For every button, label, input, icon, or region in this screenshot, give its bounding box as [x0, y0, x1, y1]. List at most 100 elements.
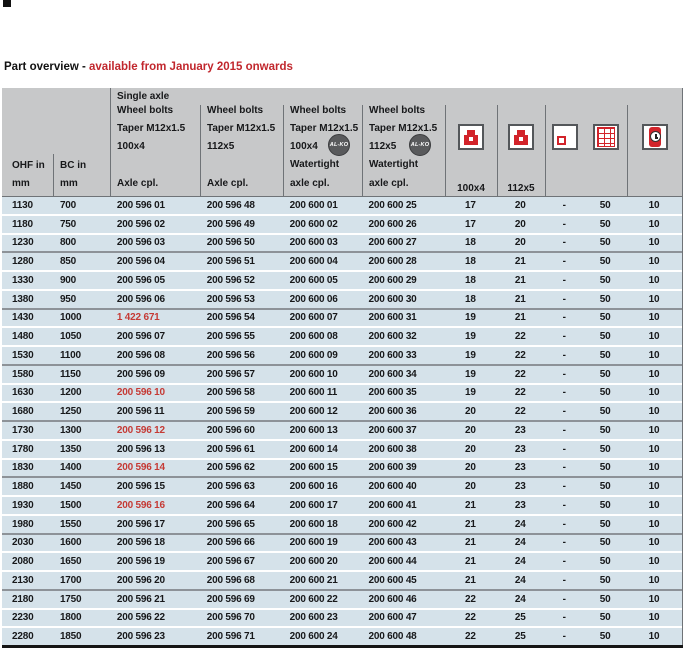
table-cell: 200 596 10 [110, 387, 200, 398]
table-cell: 22 [496, 331, 544, 342]
table-cell: 1380 [2, 294, 53, 305]
table-cell: 50 [584, 387, 626, 398]
table-cell: 50 [584, 406, 626, 417]
table-cell: - [544, 219, 584, 230]
table-cell: 1430 [2, 312, 53, 323]
table-cell: 200 596 12 [110, 425, 200, 436]
table-cell: 1550 [53, 519, 110, 530]
table-cell: 200 596 16 [110, 500, 200, 511]
table-cell: - [544, 406, 584, 417]
table-cell: 20 [496, 200, 544, 211]
table-cell: 22 [496, 350, 544, 361]
table-cell: 200 600 44 [362, 556, 445, 567]
table-cell: 21 [444, 500, 496, 511]
table-cell: 200 600 06 [283, 294, 362, 305]
table-cell: 200 600 38 [362, 444, 445, 455]
table-cell: 200 600 21 [283, 575, 362, 586]
table-cell: 18 [444, 275, 496, 286]
table-cell: 2080 [2, 556, 53, 567]
table-cell: 950 [53, 294, 110, 305]
table-cell: - [544, 594, 584, 605]
table-cell: 750 [53, 219, 110, 230]
table-cell: 200 600 29 [362, 275, 445, 286]
table-cell: 200 600 45 [362, 575, 445, 586]
table-cell: 200 600 03 [283, 237, 362, 248]
table-cell: 800 [53, 237, 110, 248]
table-cell: 2280 [2, 631, 53, 642]
table-cell: 200 600 47 [362, 612, 445, 623]
table-cell: 1780 [2, 444, 53, 455]
table-cell: 200 600 19 [283, 537, 362, 548]
table-cell: 23 [496, 462, 544, 473]
table-cell: 200 596 17 [110, 519, 200, 530]
table-cell: 23 [496, 481, 544, 492]
table-cell: 200 600 39 [362, 462, 445, 473]
table-cell: 1150 [53, 369, 110, 380]
table-cell: 200 596 05 [110, 275, 200, 286]
table-body: 1130700200 596 01200 596 48200 600 01200… [2, 197, 683, 645]
table-cell: 200 600 12 [283, 406, 362, 417]
table-cell: 1700 [53, 575, 110, 586]
table-row: 1380950200 596 06200 596 53200 600 06200… [2, 291, 682, 310]
weight-icon [458, 124, 484, 150]
table-cell: 1730 [2, 425, 53, 436]
table-cell: 50 [584, 537, 626, 548]
table-cell: 200 600 08 [283, 331, 362, 342]
table-cell: - [544, 556, 584, 567]
header-package-single [545, 88, 585, 197]
header-axle-100x4-bottom: Axle cpl. [117, 175, 158, 193]
table-cell: 25 [496, 631, 544, 642]
table-cell: 200 596 13 [110, 444, 200, 455]
table-cell: 25 [496, 612, 544, 623]
table-cell: - [544, 631, 584, 642]
table-cell: 50 [584, 594, 626, 605]
table-cell: 1650 [53, 556, 110, 567]
table-cell: 20 [496, 219, 544, 230]
table-cell: 10 [626, 425, 682, 436]
table-cell: - [544, 237, 584, 248]
table-cell: 1600 [53, 537, 110, 548]
table-cell: 200 600 33 [362, 350, 445, 361]
table-cell: 1500 [53, 500, 110, 511]
table-cell: - [544, 481, 584, 492]
table-cell: 20 [496, 237, 544, 248]
table-cell: 50 [584, 237, 626, 248]
table-cell: 200 600 26 [362, 219, 445, 230]
header-divider [283, 105, 284, 197]
table-cell: 10 [626, 481, 682, 492]
table-cell: 21 [444, 519, 496, 530]
table-cell: 50 [584, 275, 626, 286]
table-cell: 200 596 54 [200, 312, 283, 323]
table-cell: 200 600 23 [283, 612, 362, 623]
table-row: 22301800200 596 22200 596 70200 600 2320… [2, 610, 682, 629]
table-cell: 50 [584, 369, 626, 380]
table-cell: 200 600 07 [283, 312, 362, 323]
table-cell: 200 600 30 [362, 294, 445, 305]
table-row: 14801050200 596 07200 596 55200 600 0820… [2, 328, 682, 347]
table-cell: 50 [584, 219, 626, 230]
table-cell: 200 596 68 [200, 575, 283, 586]
table-header: Single axle OHF in mm BC in mm Wheel bol… [2, 88, 683, 197]
table-cell: 1450 [53, 481, 110, 492]
table-row: 17801350200 596 13200 596 61200 600 1420… [2, 441, 682, 460]
table-cell: 1400 [53, 462, 110, 473]
table-cell: 24 [496, 594, 544, 605]
table-row: 19801550200 596 17200 596 65200 600 1820… [2, 516, 682, 535]
table-row: 18301400200 596 14200 596 62200 600 1520… [2, 460, 682, 479]
header-divider [445, 105, 446, 197]
header-weight-100x4: 100x4 [445, 88, 497, 197]
table-cell: 200 600 22 [283, 594, 362, 605]
table-cell: - [544, 500, 584, 511]
table-cell: 19 [444, 312, 496, 323]
weight-icon [508, 124, 534, 150]
table-cell: 23 [496, 444, 544, 455]
table-cell: 1750 [53, 594, 110, 605]
table-cell: 200 600 37 [362, 425, 445, 436]
table-row: 22801850200 596 23200 596 71200 600 2420… [2, 628, 682, 645]
table-cell: 200 596 70 [200, 612, 283, 623]
table-cell: 17 [444, 200, 496, 211]
table-cell: 200 600 46 [362, 594, 445, 605]
table-cell: 200 596 55 [200, 331, 283, 342]
header-ohf: OHF in mm [12, 157, 45, 193]
table-cell: 50 [584, 350, 626, 361]
